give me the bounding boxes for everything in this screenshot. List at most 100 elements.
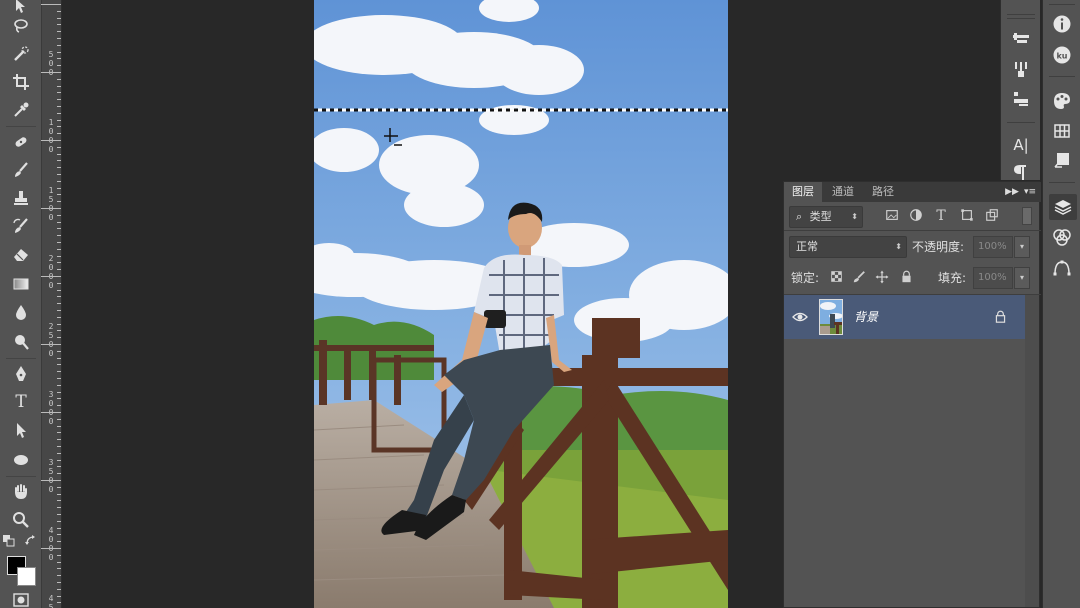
ruler-tick <box>57 133 61 134</box>
ruler-tick <box>57 582 61 583</box>
swap-colors-icon[interactable] <box>24 534 38 548</box>
ruler-tick <box>57 79 61 80</box>
pen-tool-icon[interactable] <box>7 362 35 386</box>
tab-paths[interactable]: 路径 <box>864 182 902 202</box>
info-panel-icon[interactable] <box>1049 13 1075 35</box>
filter-toggle-switch[interactable] <box>1022 207 1032 225</box>
ruler-tick <box>41 480 61 481</box>
tool-presets-icon[interactable] <box>1008 28 1034 50</box>
styles-panel-icon[interactable] <box>1049 150 1075 172</box>
panel-divider <box>784 230 1041 231</box>
fill-input[interactable]: 100% <box>973 267 1013 289</box>
opacity-dropdown-icon[interactable]: ▾ <box>1014 236 1030 258</box>
background-color-swatch[interactable] <box>17 567 36 586</box>
lock-all-icon[interactable] <box>898 270 914 286</box>
crop-tool-icon[interactable] <box>7 70 35 94</box>
collapse-panel-button[interactable]: ▶▶ <box>1005 185 1019 199</box>
photoshop-window: T 500 1000 1500 2000 2500 3000 <box>0 0 1080 608</box>
kuler-panel-icon[interactable]: ku <box>1049 44 1075 66</box>
ruler-tick <box>57 11 61 12</box>
tab-layers[interactable]: 图层 <box>784 182 822 202</box>
ruler-tick <box>41 276 61 277</box>
ruler-tick <box>57 398 61 399</box>
lock-position-icon[interactable] <box>874 270 890 286</box>
ruler-tick <box>57 167 61 168</box>
paths-panel-icon[interactable] <box>1049 257 1075 279</box>
collapsed-panel-strip: A| <box>1000 0 1040 180</box>
clone-source-icon[interactable] <box>1008 88 1034 110</box>
swatches-panel-icon[interactable] <box>1049 120 1075 142</box>
fill-label: 填充: <box>938 271 967 285</box>
ruler-tick <box>57 38 61 39</box>
brush-tool-icon[interactable] <box>7 158 35 182</box>
ruler-tick <box>57 154 61 155</box>
layer-row-background[interactable]: 背景 <box>784 295 1025 339</box>
ruler-tick <box>57 446 61 447</box>
history-brush-tool-icon[interactable] <box>7 214 35 238</box>
ruler-tick <box>57 45 61 46</box>
quick-mask-icon[interactable] <box>7 592 35 608</box>
type-filter-icon[interactable]: T <box>933 208 949 224</box>
quick-selection-tool-icon[interactable] <box>7 42 35 66</box>
visibility-eye-icon[interactable] <box>792 309 808 325</box>
ruler-tick <box>57 120 61 121</box>
ellipse-tool-icon[interactable] <box>7 448 35 472</box>
ruler-tick <box>57 507 61 508</box>
brush-presets-icon[interactable] <box>1008 58 1034 80</box>
layers-scrollbar[interactable] <box>1025 295 1039 607</box>
ruler-tick <box>57 426 61 427</box>
ruler-tick <box>57 385 61 386</box>
ruler-tick <box>57 242 61 243</box>
tab-channels[interactable]: 通道 <box>824 182 862 202</box>
blend-mode-select[interactable]: 正常 ⬍ <box>789 236 907 258</box>
select-arrows-icon: ⬍ <box>895 242 902 251</box>
ruler-tick <box>41 72 61 73</box>
layer-filter-kind-select[interactable]: ⌕ 类型 ⬍ <box>789 206 863 228</box>
adjustment-filter-icon[interactable] <box>908 208 924 224</box>
image-filter-icon[interactable] <box>884 208 900 224</box>
crosshair-cursor <box>384 128 402 146</box>
zoom-tool-icon[interactable] <box>7 508 35 532</box>
gradient-tool-icon[interactable] <box>7 272 35 296</box>
channels-panel-icon[interactable] <box>1049 226 1075 248</box>
shape-filter-icon[interactable] <box>959 208 975 224</box>
lock-transparent-pixels-icon[interactable] <box>828 270 844 286</box>
spot-healing-tool-icon[interactable] <box>7 130 35 154</box>
path-selection-tool-icon[interactable] <box>7 418 35 442</box>
lock-label: 锁定: <box>791 271 820 285</box>
ruler-tick <box>57 378 61 379</box>
lasso-tool-icon[interactable] <box>7 14 35 38</box>
opacity-input[interactable]: 100% <box>973 236 1013 258</box>
ruler-tick <box>57 24 61 25</box>
type-tool-icon[interactable]: T <box>7 390 35 414</box>
ruler-tick <box>41 412 61 413</box>
ruler-tick <box>57 86 61 87</box>
ruler-tick <box>57 262 61 263</box>
color-panel-icon[interactable] <box>1049 90 1075 112</box>
ruler-tick <box>57 364 61 365</box>
eraser-tool-icon[interactable] <box>7 242 35 266</box>
ruler-tick <box>41 548 61 549</box>
ruler-tick <box>57 575 61 576</box>
character-panel-icon[interactable]: A| <box>1008 134 1034 156</box>
default-colors-icon[interactable] <box>2 534 16 548</box>
dodge-tool-icon[interactable] <box>7 330 35 354</box>
ruler-tick <box>57 235 61 236</box>
layers-panel-icon[interactable] <box>1049 194 1077 220</box>
ruler-tick <box>57 147 61 148</box>
layer-name[interactable]: 背景 <box>854 308 878 325</box>
ruler-tick <box>57 589 61 590</box>
eyedropper-tool-icon[interactable] <box>7 98 35 122</box>
panel-menu-button[interactable]: ▾≡ <box>1023 185 1037 199</box>
lock-image-pixels-icon[interactable] <box>851 270 867 286</box>
ruler-tick <box>57 92 61 93</box>
blur-tool-icon[interactable] <box>7 300 35 324</box>
ruler-tick <box>57 58 61 59</box>
ruler-label: 4000 <box>48 526 54 562</box>
ruler-tick <box>57 215 61 216</box>
hand-tool-icon[interactable] <box>7 480 35 504</box>
fill-dropdown-icon[interactable]: ▾ <box>1014 267 1030 289</box>
clone-stamp-tool-icon[interactable] <box>7 186 35 210</box>
ruler-tick <box>57 337 61 338</box>
smart-object-filter-icon[interactable] <box>984 208 1000 224</box>
